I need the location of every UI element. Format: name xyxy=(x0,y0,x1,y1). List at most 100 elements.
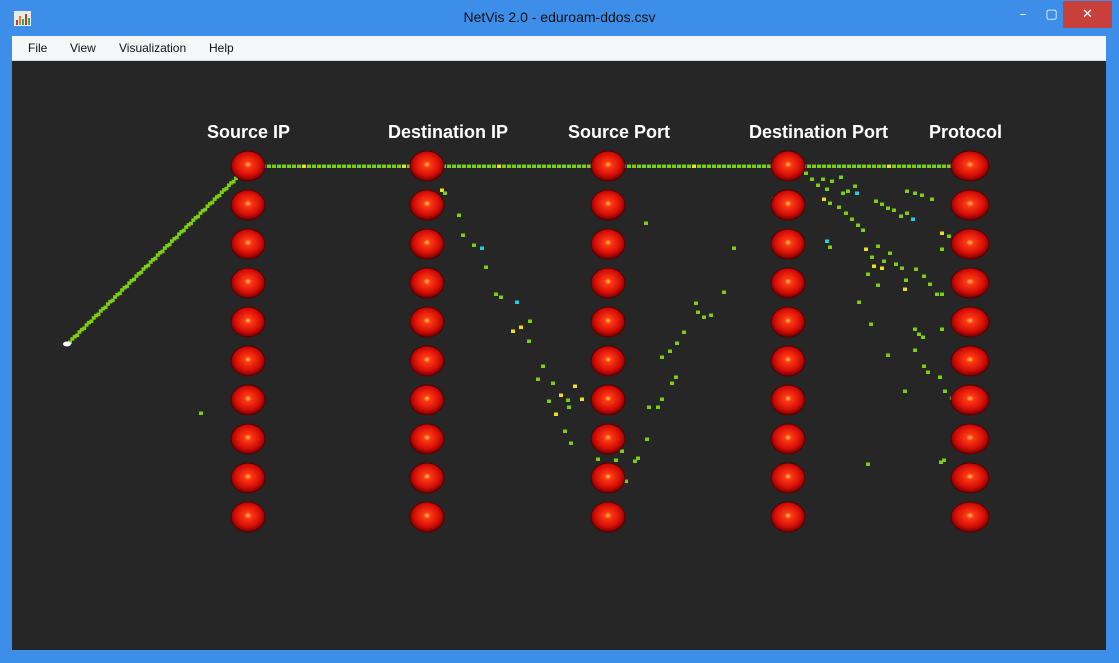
packet-point xyxy=(940,327,944,331)
axis-node-protocol[interactable] xyxy=(950,384,990,416)
axis-node-source-port[interactable] xyxy=(590,462,626,494)
packet-point xyxy=(722,290,726,294)
packet-point xyxy=(532,164,536,168)
packet-point xyxy=(477,164,481,168)
axis-node-destination-ip[interactable] xyxy=(409,150,445,182)
menu-visualization[interactable]: Visualization xyxy=(119,41,186,55)
packet-point xyxy=(682,330,686,334)
minimize-button[interactable]: – xyxy=(1007,1,1039,28)
packet-point xyxy=(930,197,934,201)
packet-point xyxy=(832,164,836,168)
menu-help[interactable]: Help xyxy=(209,41,234,55)
packet-point xyxy=(762,164,766,168)
axis-node-source-ip[interactable] xyxy=(230,150,266,182)
axis-node-protocol[interactable] xyxy=(950,462,990,494)
axis-node-source-ip[interactable] xyxy=(230,189,266,221)
packet-point xyxy=(457,213,461,217)
axis-node-source-ip[interactable] xyxy=(230,267,266,299)
axis-node-protocol[interactable] xyxy=(950,228,990,260)
axis-node-source-port[interactable] xyxy=(590,150,626,182)
menu-file[interactable]: File xyxy=(28,41,47,55)
axis-node-source-port[interactable] xyxy=(590,384,626,416)
axis-node-destination-port[interactable] xyxy=(770,384,806,416)
axis-node-protocol[interactable] xyxy=(950,189,990,221)
axis-node-protocol[interactable] xyxy=(950,501,990,533)
axis-node-source-port[interactable] xyxy=(590,189,626,221)
packet-point xyxy=(397,164,401,168)
packet-point xyxy=(862,164,866,168)
axis-node-destination-port[interactable] xyxy=(770,150,806,182)
axis-node-source-ip[interactable] xyxy=(230,345,266,377)
packet-point xyxy=(877,164,881,168)
axis-node-protocol[interactable] xyxy=(950,345,990,377)
packet-point xyxy=(847,164,851,168)
axis-node-source-ip[interactable] xyxy=(230,306,266,338)
axis-node-destination-ip[interactable] xyxy=(409,384,445,416)
axis-node-protocol[interactable] xyxy=(950,306,990,338)
packet-point xyxy=(302,164,306,168)
axis-node-destination-ip[interactable] xyxy=(409,306,445,338)
menu-view[interactable]: View xyxy=(70,41,96,55)
close-button[interactable]: ✕ xyxy=(1063,1,1112,28)
packet-point xyxy=(231,179,236,184)
axis-node-destination-port[interactable] xyxy=(770,189,806,221)
axis-node-source-ip[interactable] xyxy=(230,228,266,260)
axis-node-protocol[interactable] xyxy=(950,267,990,299)
maximize-button[interactable]: ▢ xyxy=(1039,1,1064,28)
packet-point xyxy=(124,284,129,289)
axis-node-source-port[interactable] xyxy=(590,501,626,533)
axis-node-destination-ip[interactable] xyxy=(409,228,445,260)
axis-node-protocol[interactable] xyxy=(950,150,990,182)
parallel-coordinates-plot[interactable] xyxy=(12,61,1106,650)
axis-node-destination-ip[interactable] xyxy=(409,345,445,377)
axis-node-source-port[interactable] xyxy=(590,228,626,260)
visualization-canvas[interactable]: Source IP Destination IP Source Port Des… xyxy=(12,61,1106,650)
axis-node-source-ip[interactable] xyxy=(230,384,266,416)
axis-node-source-ip[interactable] xyxy=(230,423,266,455)
packet-point xyxy=(272,164,276,168)
axis-node-destination-port[interactable] xyxy=(770,501,806,533)
packet-point xyxy=(461,233,465,237)
packet-point xyxy=(637,164,641,168)
packet-point xyxy=(181,228,186,233)
window-title: NetVis 2.0 - eduroam-ddos.csv xyxy=(463,9,656,25)
packet-point xyxy=(515,300,519,304)
packet-point xyxy=(566,398,570,402)
axis-node-source-ip[interactable] xyxy=(230,501,266,533)
axis-node-destination-port[interactable] xyxy=(770,423,806,455)
axis-node-destination-port[interactable] xyxy=(770,228,806,260)
packet-point xyxy=(537,164,541,168)
packet-point xyxy=(907,164,911,168)
axis-node-destination-ip[interactable] xyxy=(409,267,445,299)
axis-node-source-port[interactable] xyxy=(590,267,626,299)
packet-point xyxy=(642,164,646,168)
packet-point xyxy=(702,315,706,319)
packet-point xyxy=(267,164,271,168)
packet-point xyxy=(822,197,826,201)
packet-point xyxy=(887,164,891,168)
axis-node-destination-port[interactable] xyxy=(770,462,806,494)
axis-node-destination-ip[interactable] xyxy=(409,189,445,221)
packet-point xyxy=(837,205,841,209)
packet-point xyxy=(876,244,880,248)
packet-point xyxy=(362,164,366,168)
axis-node-destination-ip[interactable] xyxy=(409,501,445,533)
packet-point xyxy=(917,332,921,336)
packet-point xyxy=(452,164,456,168)
packet-point xyxy=(382,164,386,168)
packet-point xyxy=(132,277,137,282)
axis-node-destination-port[interactable] xyxy=(770,345,806,377)
axis-node-protocol[interactable] xyxy=(950,423,990,455)
axis-node-source-port[interactable] xyxy=(590,423,626,455)
axis-node-source-port[interactable] xyxy=(590,345,626,377)
axis-node-destination-port[interactable] xyxy=(770,306,806,338)
axis-node-destination-ip[interactable] xyxy=(409,462,445,494)
axis-node-destination-ip[interactable] xyxy=(409,423,445,455)
axis-node-source-ip[interactable] xyxy=(230,462,266,494)
packet-point xyxy=(528,319,532,323)
packet-point xyxy=(297,164,301,168)
packet-point xyxy=(825,239,829,243)
title-bar[interactable]: NetVis 2.0 - eduroam-ddos.csv – ▢ ✕ xyxy=(0,0,1119,36)
axis-node-source-port[interactable] xyxy=(590,306,626,338)
axis-node-destination-port[interactable] xyxy=(770,267,806,299)
